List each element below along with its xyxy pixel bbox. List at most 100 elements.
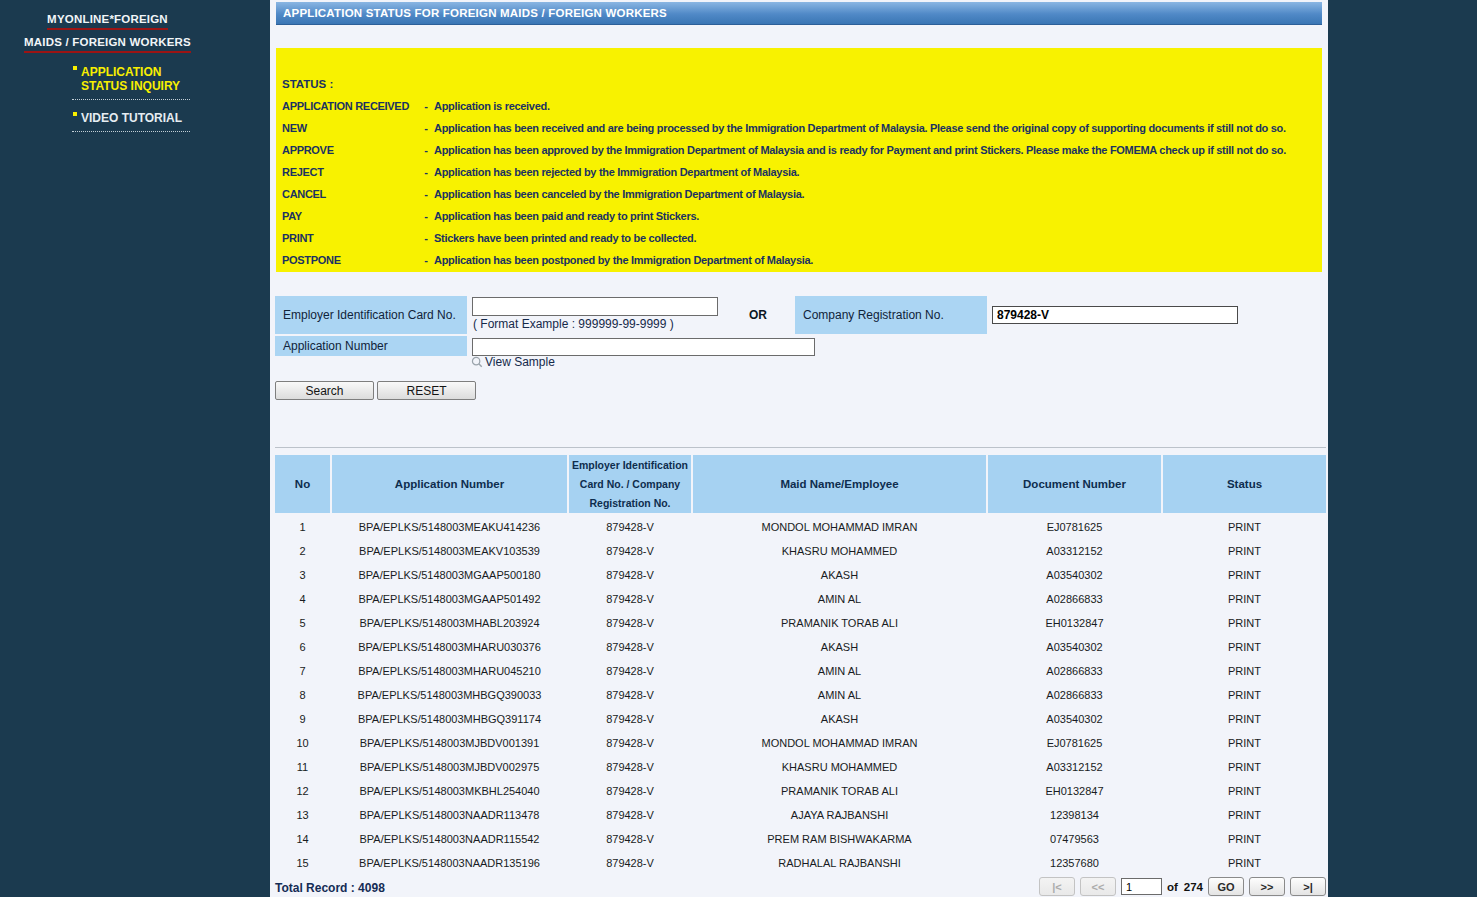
status-description: Application has been rejected by the Imm… [434,161,1322,183]
cell-status: PRINT [1163,689,1326,701]
cell-document-number: A03312152 [988,545,1161,557]
reset-button[interactable]: RESET [377,381,476,400]
go-button[interactable]: GO [1208,877,1244,896]
cell-employer-id: 879428-V [569,641,691,653]
cell-no: 15 [275,857,330,869]
cell-status: PRINT [1163,521,1326,533]
cell-maid-name: PRAMANIK TORAB ALI [693,785,986,797]
status-description: Stickers have been printed and ready to … [434,227,1322,249]
cell-maid-name: AKASH [693,641,986,653]
cell-document-number: EH0132847 [988,617,1161,629]
cell-employer-id: 879428-V [569,545,691,557]
cell-status: PRINT [1163,665,1326,677]
sidebar: MYONLINE*FOREIGN MAIDS / FOREIGN WORKERS… [0,0,270,897]
last-page-button[interactable]: >| [1290,877,1326,896]
sidebar-item-video-tutorial[interactable]: VIDEO TUTORIAL [81,111,206,125]
status-legend: STATUS : APPLICATION RECEIVED - Applicat… [276,48,1322,272]
app-title-line1: MYONLINE*FOREIGN [47,12,168,30]
cell-status: PRINT [1163,713,1326,725]
table-row: 5 BPA/EPLKS/5148003MHABL203924 879428-V … [275,611,1326,635]
cell-status: PRINT [1163,593,1326,605]
application-number-input[interactable] [472,338,815,356]
cell-application-number: BPA/EPLKS/5148003MJBDV002975 [332,761,567,773]
cell-status: PRINT [1163,761,1326,773]
cell-application-number: BPA/EPLKS/5148003NAADR113478 [332,809,567,821]
status-code: PRINT [282,227,418,249]
status-dash: - [418,227,434,249]
cell-employer-id: 879428-V [569,569,691,581]
table-row: 3 BPA/EPLKS/5148003MGAAP500180 879428-V … [275,563,1326,587]
cell-employer-id: 879428-V [569,665,691,677]
next-page-button[interactable]: >> [1249,877,1285,896]
cell-no: 11 [275,761,330,773]
total-record-label: Total Record : 4098 [275,881,385,895]
status-description: Application has been approved by the Imm… [434,139,1322,161]
view-sample-link[interactable]: View Sample [470,355,555,369]
table-row: 12 BPA/EPLKS/5148003MKBHL254040 879428-V… [275,779,1326,803]
status-description: Application is received. [434,95,1322,117]
cell-status: PRINT [1163,617,1326,629]
cell-application-number: BPA/EPLKS/5148003MKBHL254040 [332,785,567,797]
page-title: APPLICATION STATUS FOR FOREIGN MAIDS / F… [276,2,1322,24]
cell-application-number: BPA/EPLKS/5148003MGAAP500180 [332,569,567,581]
cell-document-number: A03540302 [988,569,1161,581]
cell-employer-id: 879428-V [569,833,691,845]
cell-no: 6 [275,641,330,653]
search-button[interactable]: Search [275,381,374,400]
status-code: POSTPONE [282,249,418,271]
status-code: CANCEL [282,183,418,205]
cell-maid-name: PREM RAM BISHWAKARMA [693,833,986,845]
app-title-line2: MAIDS / FOREIGN WORKERS [24,35,191,53]
col-header-application-number: Application Number [332,455,567,513]
status-dash: - [418,139,434,161]
cell-document-number: A02866833 [988,689,1161,701]
table-row: 15 BPA/EPLKS/5148003NAADR135196 879428-V… [275,851,1326,875]
company-registration-input[interactable] [992,306,1238,324]
status-description: Application has been canceled by the Imm… [434,183,1322,205]
page-number-input[interactable] [1121,878,1162,895]
page-of-label: of274 [1167,881,1203,893]
sidebar-item-application-status-inquiry[interactable]: APPLICATION STATUS INQUIRY [81,65,206,93]
table-body: 1 BPA/EPLKS/5148003MEAKU414236 879428-V … [275,515,1326,875]
cell-application-number: BPA/EPLKS/5148003MHARU030376 [332,641,567,653]
pagination: |< << of274 GO >> >| [1039,877,1326,896]
cell-status: PRINT [1163,569,1326,581]
table-row: 11 BPA/EPLKS/5148003MJBDV002975 879428-V… [275,755,1326,779]
cell-maid-name: AKASH [693,713,986,725]
employer-id-input[interactable] [472,297,718,316]
cell-maid-name: MONDOL MOHAMMAD IMRAN [693,737,986,749]
prev-page-button[interactable]: << [1080,877,1116,896]
table-row: 10 BPA/EPLKS/5148003MJBDV001391 879428-V… [275,731,1326,755]
status-legend-row: APPLICATION RECEIVED - Application is re… [282,95,1322,117]
cell-document-number: A02866833 [988,593,1161,605]
cell-employer-id: 879428-V [569,809,691,821]
status-legend-row: POSTPONE - Application has been postpone… [282,249,1322,271]
cell-status: PRINT [1163,857,1326,869]
cell-document-number: A03540302 [988,641,1161,653]
status-legend-row: PAY - Application has been paid and read… [282,205,1322,227]
bullet-icon [73,66,77,70]
cell-maid-name: AJAYA RAJBANSHI [693,809,986,821]
cell-no: 13 [275,809,330,821]
cell-maid-name: KHASRU MOHAMMED [693,545,986,557]
status-dash: - [418,161,434,183]
first-page-button[interactable]: |< [1039,877,1075,896]
status-dash: - [418,249,434,271]
col-header-status: Status [1163,455,1326,513]
col-header-maid-name: Maid Name/Employee [693,455,986,513]
cell-employer-id: 879428-V [569,593,691,605]
app-title: MYONLINE*FOREIGN MAIDS / FOREIGN WORKERS [5,9,210,55]
cell-no: 7 [275,665,330,677]
view-sample-label: View Sample [485,355,555,369]
or-label: OR [749,308,767,322]
table-row: 6 BPA/EPLKS/5148003MHARU030376 879428-V … [275,635,1326,659]
status-legend-row: REJECT - Application has been rejected b… [282,161,1322,183]
cell-application-number: BPA/EPLKS/5148003MHBGQ390033 [332,689,567,701]
cell-status: PRINT [1163,641,1326,653]
page-title-bar: APPLICATION STATUS FOR FOREIGN MAIDS / F… [276,2,1322,25]
cell-employer-id: 879428-V [569,857,691,869]
cell-document-number: EJ0781625 [988,521,1161,533]
status-code: APPLICATION RECEIVED [282,95,418,117]
status-legend-row: CANCEL - Application has been canceled b… [282,183,1322,205]
cell-no: 5 [275,617,330,629]
